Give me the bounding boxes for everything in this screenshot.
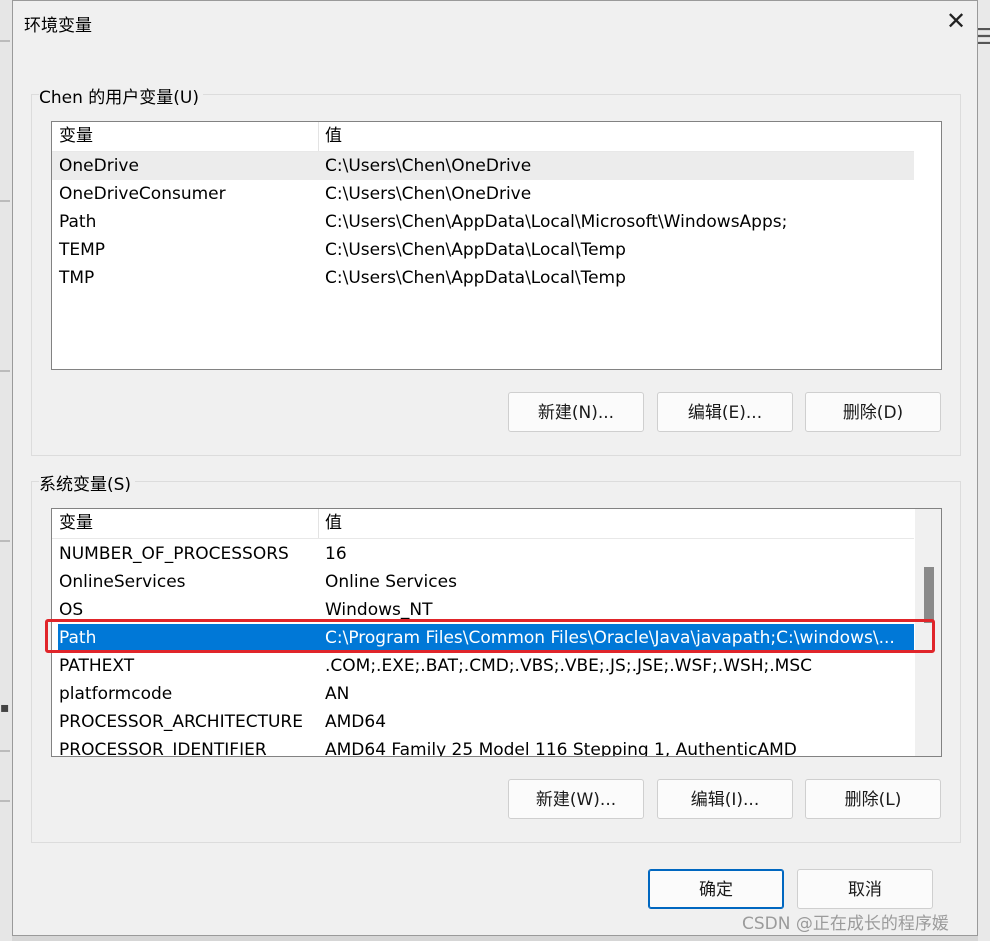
variable-name: TEMP: [59, 240, 106, 260]
variable-name: TMP: [59, 268, 95, 288]
variable-value: C:\Users\Chen\OneDrive: [325, 156, 532, 176]
list-row[interactable]: OneDrive C:\Users\Chen\OneDrive: [52, 152, 914, 180]
list-row[interactable]: TMP C:\Users\Chen\AppData\Local\Temp: [52, 264, 914, 292]
variable-name: OnlineServices: [59, 572, 186, 592]
user-delete-button[interactable]: 删除(D): [805, 392, 941, 432]
variable-value: C:\Users\Chen\AppData\Local\Temp: [325, 240, 626, 260]
system-edit-button[interactable]: 编辑(I)...: [657, 779, 793, 819]
variable-name: platformcode: [59, 684, 173, 704]
background-window-left: [0, 0, 12, 941]
background-glyph-right: ☰: [976, 25, 990, 50]
variable-name: OS: [59, 600, 84, 620]
list-row[interactable]: OnlineServices Online Services: [52, 568, 914, 596]
user-new-button[interactable]: 新建(N)...: [508, 392, 644, 432]
dialog-title: 环境变量: [24, 16, 92, 36]
variable-value: C:\Users\Chen\OneDrive: [325, 184, 532, 204]
system-variables-label: 系统变量(S): [39, 470, 136, 495]
column-header-name[interactable]: 变量: [52, 122, 318, 151]
variable-value: Windows_NT: [325, 600, 433, 620]
list-row[interactable]: NUMBER_OF_PROCESSORS 16: [52, 540, 914, 568]
user-variables-list[interactable]: 变量 值 OneDrive C:\Users\Chen\OneDrive One…: [51, 121, 942, 370]
variable-name: Path: [59, 628, 97, 648]
list-row[interactable]: TEMP C:\Users\Chen\AppData\Local\Temp: [52, 236, 914, 264]
variable-value: C:\Users\Chen\AppData\Local\Microsoft\Wi…: [325, 212, 788, 232]
list-row[interactable]: OneDriveConsumer C:\Users\Chen\OneDrive: [52, 180, 914, 208]
variable-name: PROCESSOR_ARCHITECTURE: [59, 712, 303, 732]
system-variables-list[interactable]: 变量 值 NUMBER_OF_PROCESSORS 16 OnlineServi…: [51, 508, 942, 757]
variable-name: OneDriveConsumer: [59, 184, 226, 204]
variable-name: Path: [59, 212, 97, 232]
variable-value: C:\Program Files\Common Files\Oracle\Jav…: [325, 628, 895, 648]
column-header-name[interactable]: 变量: [52, 509, 318, 538]
scrollbar-thumb[interactable]: [924, 567, 934, 623]
environment-variables-dialog: 环境变量 ✕ Chen 的用户变量(U) 变量 值 OneDrive C:\Us…: [12, 0, 978, 936]
variable-name: PROCESSOR_IDENTIFIER: [59, 740, 267, 757]
close-icon[interactable]: ✕: [943, 7, 969, 35]
list-row[interactable]: Path C:\Users\Chen\AppData\Local\Microso…: [52, 208, 914, 236]
list-row[interactable]: PROCESSOR_ARCHITECTURE AMD64: [52, 708, 914, 736]
variable-name: OneDrive: [59, 156, 139, 176]
variable-value: AMD64 Family 25 Model 116 Stepping 1, Au…: [325, 740, 797, 757]
user-variables-label: Chen 的用户变量(U): [39, 83, 203, 108]
list-row[interactable]: PROCESSOR_IDENTIFIER AMD64 Family 25 Mod…: [52, 736, 914, 757]
system-delete-button[interactable]: 删除(L): [805, 779, 941, 819]
variable-value: AN: [325, 684, 350, 704]
list-header: 变量 值: [52, 122, 914, 152]
variable-value: .COM;.EXE;.BAT;.CMD;.VBS;.VBE;.JS;.JSE;.…: [325, 656, 813, 676]
variable-value: AMD64: [325, 712, 387, 732]
column-header-value[interactable]: 值: [318, 122, 718, 151]
variable-value: Online Services: [325, 572, 457, 592]
background-window-right: [978, 0, 990, 941]
list-row[interactable]: PATHEXT .COM;.EXE;.BAT;.CMD;.VBS;.VBE;.J…: [52, 652, 914, 680]
list-row[interactable]: platformcode AN: [52, 680, 914, 708]
variable-value: 16: [325, 544, 347, 564]
variable-name: PATHEXT: [59, 656, 135, 676]
variable-value: C:\Users\Chen\AppData\Local\Temp: [325, 268, 626, 288]
cancel-button[interactable]: 取消: [797, 869, 933, 909]
system-new-button[interactable]: 新建(W)...: [508, 779, 644, 819]
list-row-selected[interactable]: Path C:\Program Files\Common Files\Oracl…: [58, 624, 914, 652]
ok-button[interactable]: 确定: [648, 869, 784, 909]
list-header: 变量 值: [52, 509, 914, 539]
column-header-value[interactable]: 值: [318, 509, 718, 538]
background-glyph-left: ▪: [0, 700, 10, 716]
list-row[interactable]: OS Windows_NT: [52, 596, 914, 624]
user-edit-button[interactable]: 编辑(E)...: [657, 392, 793, 432]
vertical-scrollbar[interactable]: [915, 509, 941, 756]
watermark: CSDN @正在成长的程序媛: [742, 914, 949, 934]
variable-name: NUMBER_OF_PROCESSORS: [59, 544, 289, 564]
